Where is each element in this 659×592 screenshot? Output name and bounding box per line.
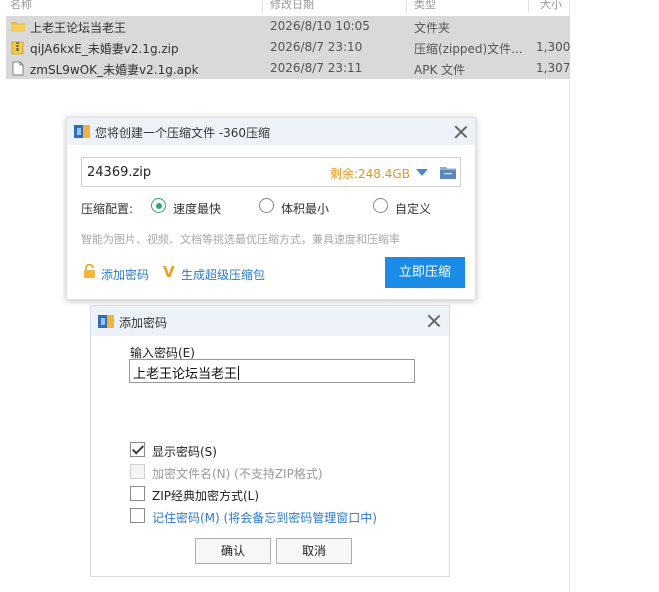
compress-config-label: 压缩配置: <box>81 202 134 216</box>
radio-custom[interactable] <box>373 198 388 213</box>
encrypt-filename-label: 加密文件名(N) (不支持ZIP格式) <box>152 467 323 481</box>
radio-fastest[interactable] <box>151 198 166 213</box>
column-header-date[interactable]: 修改日期 <box>270 0 314 12</box>
add-password-link[interactable]: 添加密码 <box>101 266 149 283</box>
compress-dialog: 您将创建一个压缩文件 -360压缩 24369.zip 剩余:248.4GB 压… <box>66 117 476 300</box>
file-name: zmSL9wOK_未婚妻v2.1g.apk <box>30 63 199 77</box>
close-icon[interactable] <box>425 312 443 330</box>
compress-now-button[interactable]: 立即压缩 <box>385 257 465 288</box>
file-date: 2026/8/10 10:05 <box>270 19 370 33</box>
column-separator[interactable] <box>406 0 407 12</box>
file-date: 2026/8/7 23:10 <box>270 40 363 54</box>
password-input[interactable]: 上老王论坛当老王 <box>129 359 415 383</box>
super-v-icon[interactable]: V <box>163 263 175 281</box>
column-separator[interactable] <box>262 0 263 12</box>
zip-file-icon <box>11 41 24 55</box>
show-password-checkbox[interactable] <box>130 442 145 457</box>
column-header-row: 名称 修改日期 类型 大小 <box>0 0 570 12</box>
password-value: 上老王论坛当老王 <box>133 363 240 382</box>
radio-fastest-label[interactable]: 速度最快 <box>173 200 221 217</box>
screen: 名称 修改日期 类型 大小 上老王论坛当老王 2026/8/10 10:05 文… <box>0 0 659 592</box>
360zip-app-icon <box>98 315 114 328</box>
file-row-folder[interactable]: 上老王论坛当老王 2026/8/10 10:05 文件夹 <box>6 16 570 37</box>
lock-icon[interactable] <box>83 264 96 279</box>
password-dialog-title: 添加密码 <box>119 316 168 330</box>
column-separator[interactable] <box>528 0 529 12</box>
column-header-size[interactable]: 大小 <box>540 0 562 12</box>
zip-classic-encryption-checkbox[interactable] <box>130 486 145 501</box>
file-name: 上老王论坛当老王 <box>30 21 127 35</box>
password-text: 上老王论坛当老王 <box>133 367 238 382</box>
remember-password-checkbox[interactable] <box>130 508 145 523</box>
radio-smallest-label[interactable]: 体积最小 <box>281 200 329 217</box>
cancel-button[interactable]: 取消 <box>276 538 352 564</box>
archive-file-name[interactable]: 24369.zip <box>87 165 151 180</box>
browse-folder-icon[interactable] <box>440 165 456 179</box>
super-compress-link[interactable]: 生成超级压缩包 <box>181 266 265 283</box>
file-type: 压缩(zipped)文件... <box>414 42 523 56</box>
compress-dialog-title: 您将创建一个压缩文件 -360压缩 <box>95 126 271 140</box>
folder-icon <box>11 22 25 32</box>
free-space-label: 剩余:248.4GB <box>330 167 410 181</box>
column-header-type[interactable]: 类型 <box>414 0 436 12</box>
file-row-zip[interactable]: qiJA6kxE_未婚妻v2.1g.zip 2026/8/7 23:10 压缩(… <box>6 37 570 58</box>
text-caret <box>238 366 240 380</box>
file-row-apk[interactable]: zmSL9wOK_未婚妻v2.1g.apk 2026/8/7 23:11 APK… <box>6 58 570 79</box>
close-icon[interactable] <box>452 123 470 141</box>
radio-smallest[interactable] <box>259 198 274 213</box>
encrypt-filename-checkbox <box>130 464 145 479</box>
file-type: APK 文件 <box>414 63 466 77</box>
file-name: qiJA6kxE_未婚妻v2.1g.zip <box>30 42 179 56</box>
archive-path-field[interactable]: 24369.zip 剩余:248.4GB <box>81 157 461 187</box>
chevron-down-icon[interactable] <box>416 169 428 176</box>
add-password-dialog: 添加密码 输入密码(E) 上老王论坛当老王 显示密码(S) 加密文件名(N) (… <box>90 305 450 577</box>
360zip-app-icon <box>74 125 90 138</box>
password-dialog-titlebar[interactable]: 添加密码 <box>91 306 449 336</box>
column-header-name[interactable]: 名称 <box>10 0 32 12</box>
radio-custom-label[interactable]: 自定义 <box>395 200 431 217</box>
file-size: 1,307 <box>536 61 571 75</box>
confirm-button[interactable]: 确认 <box>195 538 271 564</box>
remember-password-label[interactable]: 记住密码(M) (将会备忘到密码管理窗口中) <box>152 509 377 526</box>
show-password-label[interactable]: 显示密码(S) <box>152 443 217 460</box>
file-type: 文件夹 <box>414 21 451 35</box>
file-date: 2026/8/7 23:11 <box>270 61 363 75</box>
compress-dialog-titlebar[interactable]: 您将创建一个压缩文件 -360压缩 <box>67 118 475 145</box>
compress-hint-text: 智能为图片、视频、文档等挑选最优压缩方式，兼具速度和压缩率 <box>81 233 400 246</box>
zip-classic-encryption-label[interactable]: ZIP经典加密方式(L) <box>152 487 259 504</box>
apk-file-icon <box>12 61 24 76</box>
file-size: 1,300 <box>536 40 571 54</box>
